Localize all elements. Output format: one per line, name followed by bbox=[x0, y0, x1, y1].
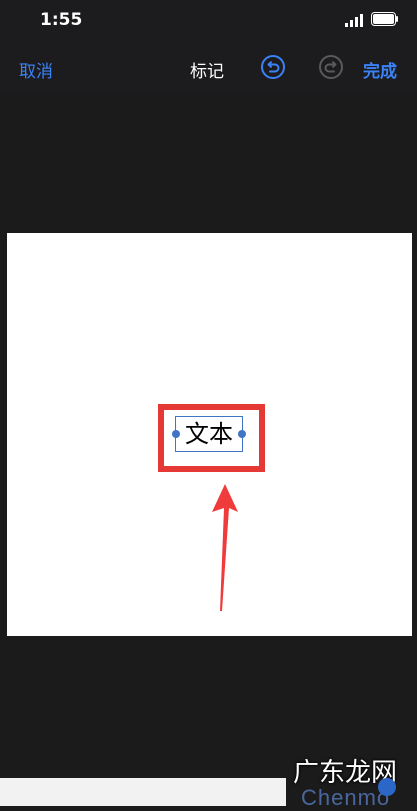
resize-handle-right[interactable] bbox=[238, 430, 246, 438]
signal-icon bbox=[345, 14, 363, 27]
status-time: 1:55 bbox=[40, 10, 83, 30]
watermark: 广东龙网 Chenmo bbox=[286, 752, 417, 810]
resize-handle-left[interactable] bbox=[172, 430, 180, 438]
status-bar: 1:55 bbox=[0, 0, 417, 42]
top-navigation-bar: 取消 标记 完成 bbox=[0, 42, 417, 92]
watermark-subtext: Chenmo bbox=[301, 785, 391, 810]
cancel-button[interactable]: 取消 bbox=[19, 57, 53, 82]
text-annotation-box[interactable]: 文本 bbox=[172, 416, 246, 452]
redo-icon[interactable] bbox=[318, 54, 344, 80]
watermark-badge-icon bbox=[378, 778, 396, 796]
done-button[interactable]: 完成 bbox=[363, 57, 397, 82]
text-annotation-label: 文本 bbox=[185, 420, 233, 448]
undo-icon[interactable] bbox=[260, 54, 286, 80]
page-title: 标记 bbox=[190, 62, 224, 82]
bottom-strip bbox=[0, 778, 286, 806]
arrow-annotation bbox=[212, 484, 238, 611]
battery-icon bbox=[371, 12, 398, 26]
